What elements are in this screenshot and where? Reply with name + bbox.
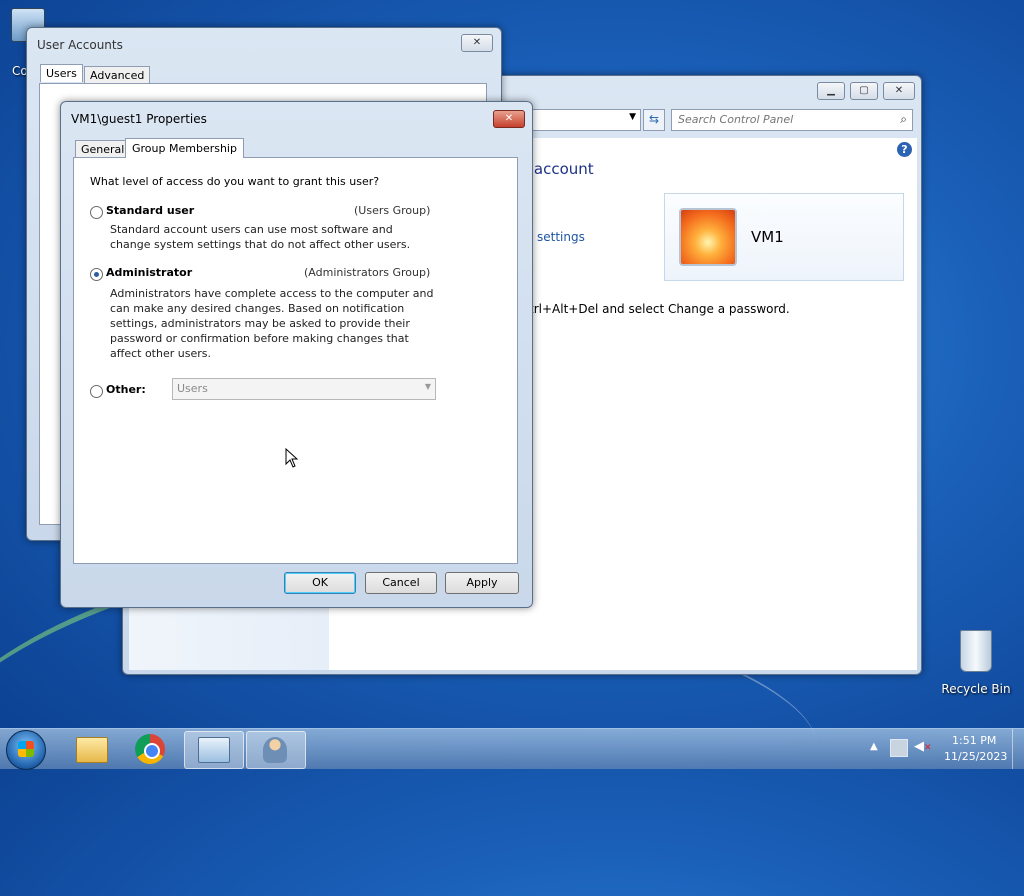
desktop-icon-label: Recycle Bin [941,682,1011,696]
page-heading: r account [523,160,594,178]
maximize-button[interactable]: ▢ [850,82,878,100]
search-box[interactable]: ⌕ [671,109,913,131]
other-group-value: Users [177,382,208,395]
taskbar: ▲ ◀✕ 1:51 PM 11/25/2023 [0,728,1024,770]
account-tile[interactable]: VM1 [664,193,904,281]
chevron-down-icon: ▼ [424,382,431,391]
close-button[interactable]: ✕ [461,34,493,52]
taskbar-item-explorer[interactable] [62,731,120,767]
network-icon[interactable] [890,739,908,757]
user-accounts-icon [263,737,287,763]
search-input[interactable] [672,110,894,128]
cancel-button[interactable]: Cancel [365,572,437,594]
mouse-cursor-icon [285,448,299,468]
administrator-radio[interactable] [90,268,103,281]
other-group-select[interactable]: Users ▼ [172,378,436,400]
help-icon[interactable]: ? [897,142,912,157]
administrator-group: (Administrators Group) [304,266,431,279]
window-title: User Accounts [37,38,123,52]
tab-general[interactable]: General [75,140,131,158]
administrator-description: Administrators have complete access to t… [110,287,434,360]
tab-advanced[interactable]: Advanced [84,66,151,84]
start-button[interactable] [6,730,46,770]
recycle-bin-icon [960,630,992,672]
standard-user-radio[interactable] [90,206,103,219]
taskbar-item-user-accounts[interactable] [246,731,306,769]
access-question: What level of access do you want to gran… [90,175,380,188]
show-desktop-button[interactable] [1012,729,1024,769]
standard-user-group: (Users Group) [354,204,431,217]
apply-button[interactable]: Apply [445,572,519,594]
standard-user-description: Standard account users can use most soft… [110,223,411,251]
clock-time[interactable]: 1:51 PM [952,734,996,747]
administrator-label[interactable]: Administrator [106,266,192,279]
refresh-button[interactable]: ⇆ [643,109,665,131]
group-membership-panel: What level of access do you want to gran… [73,157,518,564]
windows-logo-icon [18,741,34,757]
settings-link[interactable]: settings [537,230,585,244]
taskbar-item-control-panel[interactable] [184,731,244,769]
refresh-icon: ⇆ [648,112,660,126]
chrome-icon-center [144,743,160,759]
show-hidden-icons-icon[interactable]: ▲ [870,741,878,752]
taskbar-item-chrome[interactable] [122,731,180,767]
password-hint: trl+Alt+Del and select Change a password… [529,302,790,316]
search-icon[interactable]: ⌕ [900,112,907,127]
dialog-title: VM1\guest1 Properties [71,112,207,126]
properties-dialog: VM1\guest1 Properties ✕ General Group Me… [60,101,533,608]
close-button[interactable]: ✕ [883,82,915,100]
control-panel-icon [198,737,230,763]
address-bar[interactable]: ▼ [531,109,641,131]
tab-group-membership[interactable]: Group Membership [125,138,244,158]
tab-users[interactable]: Users [40,64,83,82]
other-label[interactable]: Other: [106,383,146,396]
minimize-button[interactable]: ▁ [817,82,845,100]
ok-button[interactable]: OK [284,572,356,594]
account-picture-icon [679,208,737,266]
folder-icon [76,737,108,763]
clock-date[interactable]: 11/25/2023 [944,750,1007,763]
account-name: VM1 [751,228,784,246]
volume-muted-icon[interactable]: ◀✕ [914,739,932,754]
close-icon: ✕ [504,113,514,124]
chevron-down-icon[interactable]: ▼ [629,112,636,122]
close-button[interactable]: ✕ [493,110,525,128]
other-radio[interactable] [90,385,103,398]
standard-user-label[interactable]: Standard user [106,204,194,217]
desktop-icon-recycle-bin[interactable]: Recycle Bin [940,630,1012,696]
